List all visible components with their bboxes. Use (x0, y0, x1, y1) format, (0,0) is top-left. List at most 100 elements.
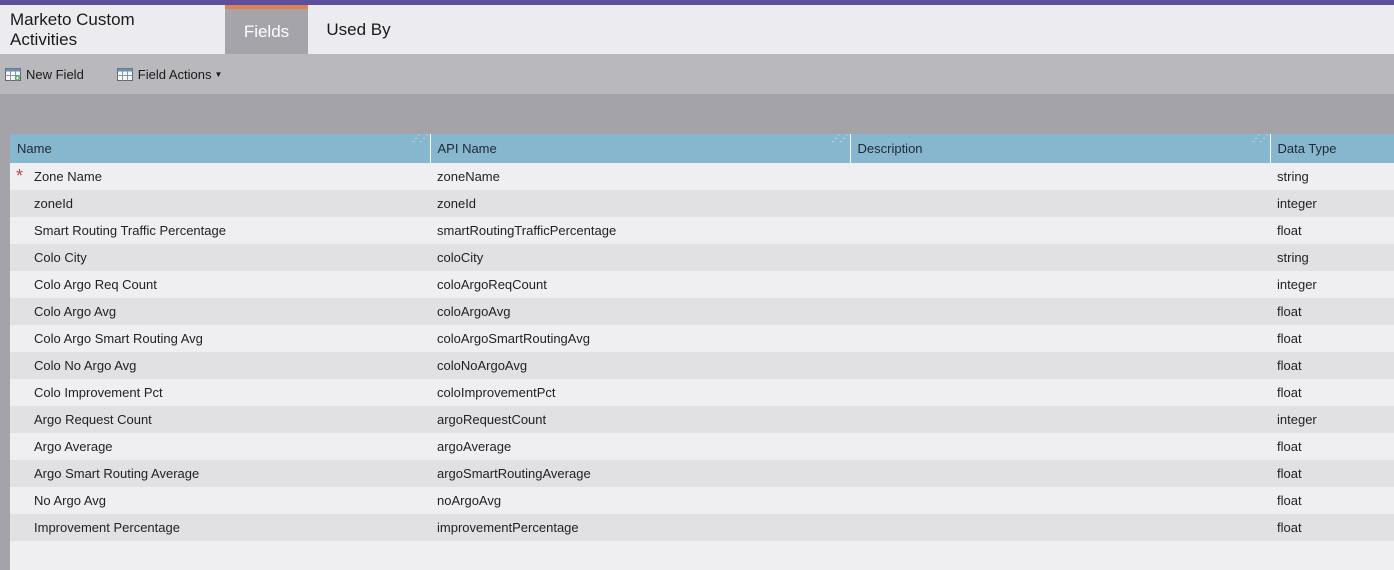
tab-bar: Marketo Custom Activities Fields Used By (0, 5, 1394, 54)
column-header-description[interactable]: Description ⋰⋰ (850, 134, 1271, 163)
field-name-text: Colo Improvement Pct (34, 385, 163, 400)
api-name-text: coloArgoSmartRoutingAvg (437, 331, 590, 346)
grid-icon (116, 67, 133, 81)
data-type-cell: integer (1270, 271, 1394, 298)
api-name-text: argoRequestCount (437, 412, 547, 427)
data-type-cell: float (1270, 487, 1394, 514)
api-name-cell: coloCity (430, 244, 850, 271)
fields-table: Name ⋰⋰ API Name ⋰⋰ Description ⋰⋰ Data Typ… (10, 134, 1394, 541)
column-header-name[interactable]: Name ⋰⋰ (10, 134, 431, 163)
column-header-label: API Name (437, 141, 497, 156)
column-header-label: Name (17, 141, 52, 156)
tab-used-by[interactable]: Used By (308, 5, 409, 54)
field-name-cell: Colo No Argo Avg (10, 352, 430, 379)
data-type-text: float (1277, 223, 1302, 238)
table-row[interactable]: Argo Request Count argoRequestCount intege… (10, 406, 1394, 433)
api-name-text: argoAverage (437, 439, 512, 454)
data-type-text: float (1277, 304, 1302, 319)
field-name-cell: Colo City (10, 244, 430, 271)
data-type-text: integer (1277, 277, 1317, 292)
table-row[interactable]: Argo Smart Routing Average argoSmartRouti… (10, 460, 1394, 487)
resize-grip-icon[interactable]: ⋰⋰ (1252, 134, 1269, 143)
field-name-cell: Smart Routing Traffic Percentage (10, 217, 430, 244)
table-row[interactable]: * Zone Name zoneName string (10, 163, 1394, 190)
toolbar: New Field Field Actions ▼ (0, 54, 1394, 94)
api-name-text: argoSmartRoutingAverage (437, 466, 591, 481)
field-actions-button[interactable]: Field Actions ▼ (116, 67, 223, 82)
description-cell (850, 244, 1270, 271)
resize-grip-icon[interactable]: ⋰⋰ (412, 134, 429, 143)
description-cell (850, 352, 1270, 379)
description-cell (850, 325, 1270, 352)
caret-down-icon: ▼ (214, 69, 223, 79)
table-row[interactable]: zoneId zoneId integer (10, 190, 1394, 217)
field-name-cell: Argo Request Count (10, 406, 430, 433)
api-name-cell: coloArgoReqCount (430, 271, 850, 298)
api-name-text: zoneId (437, 196, 477, 211)
data-type-cell: float (1270, 352, 1394, 379)
description-cell (850, 460, 1270, 487)
api-name-text: coloArgoReqCount (437, 277, 547, 292)
api-name-cell: smartRoutingTrafficPercentage (430, 217, 850, 244)
data-type-cell: float (1270, 217, 1394, 244)
data-type-text: integer (1277, 196, 1317, 211)
new-field-button[interactable]: New Field (5, 67, 84, 82)
table-row[interactable]: Smart Routing Traffic Percentage smartRou… (10, 217, 1394, 244)
data-type-text: float (1277, 466, 1302, 481)
api-name-text: improvementPercentage (437, 520, 579, 535)
api-name-text: coloImprovementPct (437, 385, 556, 400)
data-type-cell: float (1270, 298, 1394, 325)
api-name-cell: argoRequestCount (430, 406, 850, 433)
api-name-text: coloCity (437, 250, 484, 265)
api-name-cell: argoAverage (430, 433, 850, 460)
column-header-data-type[interactable]: Data Type (1270, 134, 1394, 163)
api-name-text: zoneName (437, 169, 500, 184)
fields-grid: Name ⋰⋰ API Name ⋰⋰ Description ⋰⋰ Data Typ… (10, 134, 1394, 570)
data-type-cell: string (1270, 163, 1394, 190)
table-row[interactable]: Colo City coloCity string (10, 244, 1394, 271)
table-row[interactable]: Colo Improvement Pct coloImprovementPct fl… (10, 379, 1394, 406)
data-type-text: float (1277, 358, 1302, 373)
description-cell (850, 298, 1270, 325)
table-row[interactable]: Improvement Percentage improvementPercent… (10, 514, 1394, 541)
api-name-text: coloNoArgoAvg (437, 358, 528, 373)
field-name-text: Improvement Percentage (34, 520, 180, 535)
table-row[interactable]: Colo Argo Avg coloArgoAvg float (10, 298, 1394, 325)
description-cell (850, 487, 1270, 514)
api-name-text: coloArgoAvg (437, 304, 511, 319)
field-name-text: Smart Routing Traffic Percentage (34, 223, 226, 238)
data-type-text: float (1277, 520, 1302, 535)
data-type-cell: integer (1270, 190, 1394, 217)
field-name-cell: Colo Argo Req Count (10, 271, 430, 298)
table-row[interactable]: Colo Argo Req Count coloArgoReqCount integ… (10, 271, 1394, 298)
column-header-api-name[interactable]: API Name ⋰⋰ (430, 134, 851, 163)
description-cell (850, 163, 1270, 190)
grid-add-icon (5, 67, 21, 81)
table-header-row: Name ⋰⋰ API Name ⋰⋰ Description ⋰⋰ Data Typ… (10, 134, 1394, 163)
table-row[interactable]: Colo No Argo Avg coloNoArgoAvg float (10, 352, 1394, 379)
api-name-cell: coloArgoAvg (430, 298, 850, 325)
data-type-text: float (1277, 331, 1302, 346)
api-name-cell: zoneId (430, 190, 850, 217)
column-header-label: Data Type (1277, 141, 1337, 156)
field-name-text: Colo No Argo Avg (34, 358, 137, 373)
api-name-cell: argoSmartRoutingAverage (430, 460, 850, 487)
field-name-text: No Argo Avg (34, 493, 107, 508)
field-name-cell: Improvement Percentage (10, 514, 430, 541)
field-name-cell: zoneId (10, 190, 430, 217)
field-name-text: Zone Name (34, 169, 102, 184)
data-type-cell: float (1270, 460, 1394, 487)
api-name-cell: coloImprovementPct (430, 379, 850, 406)
field-name-cell: * Zone Name (10, 163, 430, 190)
description-cell (850, 433, 1270, 460)
data-type-text: integer (1277, 412, 1317, 427)
field-name-text: Colo Argo Req Count (34, 277, 157, 292)
data-type-cell: string (1270, 244, 1394, 271)
resize-grip-icon[interactable]: ⋰⋰ (832, 134, 849, 143)
tab-fields[interactable]: Fields (225, 5, 308, 54)
field-name-text: zoneId (34, 196, 74, 211)
table-row[interactable]: No Argo Avg noArgoAvg float (10, 487, 1394, 514)
table-row[interactable]: Colo Argo Smart Routing Avg coloArgoSmart… (10, 325, 1394, 352)
table-row[interactable]: Argo Average argoAverage float (10, 433, 1394, 460)
data-type-text: string (1277, 250, 1309, 265)
